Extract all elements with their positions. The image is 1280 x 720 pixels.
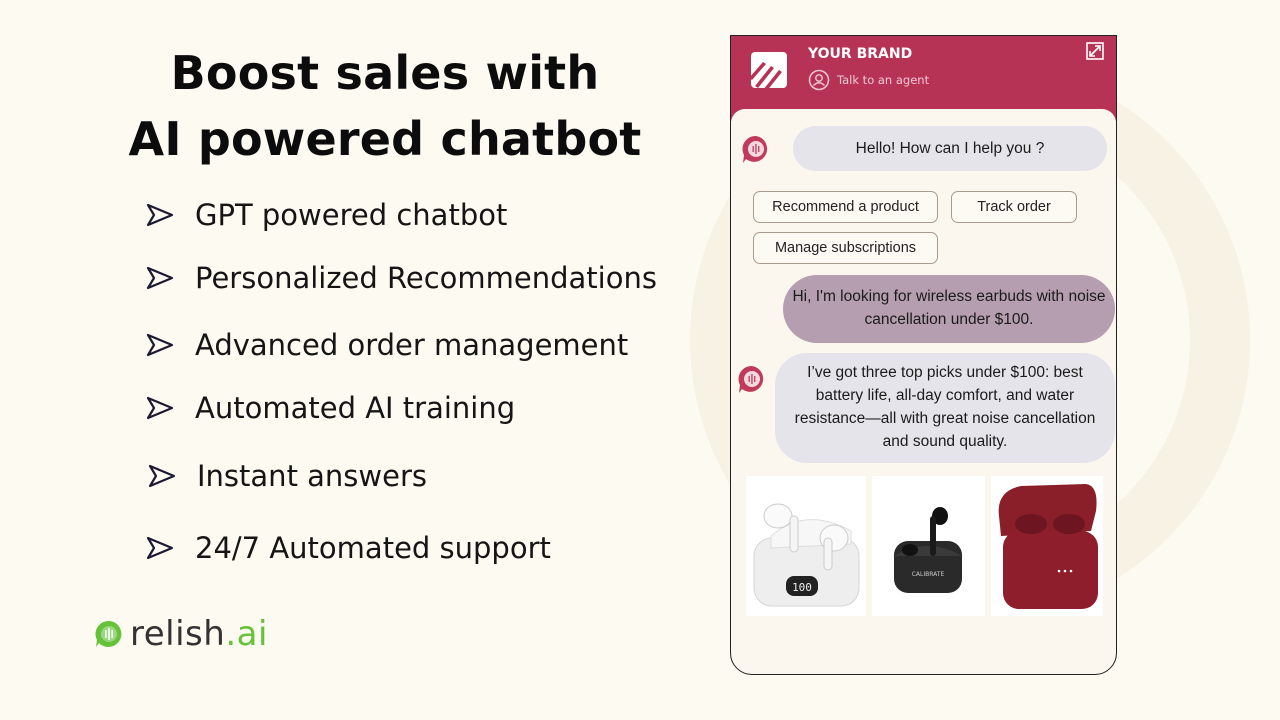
- feature-item: Instant answers: [147, 459, 427, 493]
- message-text: I’ve got three top picks under $100: bes…: [794, 364, 1096, 450]
- feature-label: Instant answers: [197, 459, 428, 493]
- logo-wordmark: relish.ai: [130, 614, 268, 654]
- white-earbuds-image: 100: [753, 503, 860, 607]
- product-card[interactable]: CALIBRATE: [872, 476, 985, 616]
- feature-label: Personalized Recommendations: [195, 261, 657, 295]
- feature-label: Advanced order management: [195, 328, 629, 362]
- expand-icon[interactable]: [1086, 42, 1104, 60]
- feature-item: 24/7 Automated support: [145, 531, 551, 565]
- hero-title: Boost sales with AI powered chatbot: [100, 40, 670, 172]
- message-text: Hello! How can I help you ?: [855, 140, 1045, 157]
- feature-item: Advanced order management: [145, 328, 628, 362]
- quick-reply-manage-subscriptions[interactable]: Manage subscriptions: [753, 232, 938, 264]
- product-brand-text: CALIBRATE: [912, 571, 945, 578]
- arrow-right-outline-icon: [146, 203, 174, 227]
- product-card[interactable]: 100: [746, 476, 866, 616]
- brand-logo-icon: [749, 52, 787, 90]
- bot-message: I’ve got three top picks under $100: bes…: [775, 353, 1115, 463]
- arrow-right-outline-icon: [146, 536, 174, 560]
- bot-avatar-icon: [738, 365, 764, 393]
- message-text: Hi, I'm looking for wireless earbuds wit…: [792, 288, 1106, 328]
- feature-label: 24/7 Automated support: [195, 531, 551, 565]
- talk-to-agent-link[interactable]: Talk to an agent: [808, 69, 929, 91]
- feature-label: Automated AI training: [195, 391, 516, 425]
- quick-reply-track-order[interactable]: Track order: [951, 191, 1077, 223]
- bot-avatar-icon: [742, 135, 768, 163]
- quick-reply-recommend-product[interactable]: Recommend a product: [753, 191, 938, 223]
- header-divider: [731, 109, 1116, 123]
- hero-title-line-2: AI powered chatbot: [128, 112, 642, 166]
- feature-label: GPT powered chatbot: [195, 198, 508, 232]
- black-earbuds-image: CALIBRATE: [894, 507, 962, 593]
- arrow-right-outline-icon: [146, 396, 174, 420]
- arrow-right-outline-icon: [146, 333, 174, 357]
- product-card[interactable]: [991, 476, 1103, 616]
- agent-avatar-icon: [808, 69, 830, 91]
- logo-name: relish: [130, 614, 226, 654]
- feature-item: Automated AI training: [145, 391, 515, 425]
- logo-suffix: .ai: [225, 614, 268, 654]
- relish-ai-logo: relish.ai: [94, 614, 268, 654]
- agent-link-label: Talk to an agent: [837, 73, 930, 87]
- feature-item: Personalized Recommendations: [145, 261, 657, 295]
- arrow-right-outline-icon: [148, 464, 176, 488]
- battery-display: 100: [792, 581, 812, 594]
- bot-message: Hello! How can I help you ?: [793, 126, 1107, 171]
- user-message: Hi, I'm looking for wireless earbuds wit…: [783, 275, 1115, 343]
- red-earbuds-image: [998, 484, 1098, 609]
- chat-header: YOUR BRAND Talk to an agent: [731, 36, 1116, 109]
- feature-item: GPT powered chatbot: [145, 198, 507, 232]
- chat-bubble-logo-icon: [95, 620, 122, 647]
- hero-title-line-1: Boost sales with: [170, 46, 600, 100]
- brand-name: YOUR BRAND: [808, 46, 913, 62]
- arrow-right-outline-icon: [146, 266, 174, 290]
- chat-widget: YOUR BRAND Talk to an agent Hello! How c…: [730, 35, 1117, 675]
